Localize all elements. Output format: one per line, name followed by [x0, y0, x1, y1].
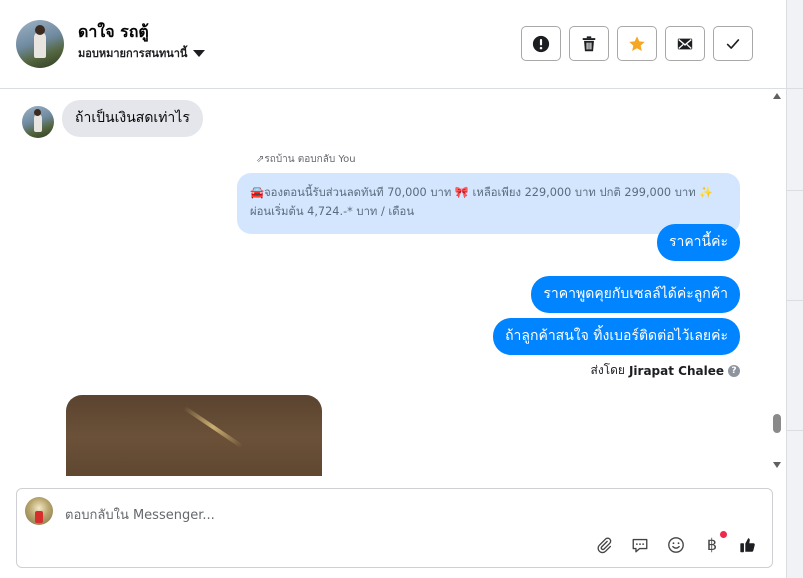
contact-name[interactable]: ดาใจ รถตู้: [78, 20, 149, 45]
alert-circle-icon: [532, 35, 550, 52]
avatar-head: [34, 109, 41, 116]
saved-replies-button[interactable]: [631, 535, 649, 555]
help-icon[interactable]: ?: [728, 364, 740, 377]
star-icon: [629, 35, 645, 51]
avatar-ribbon: [35, 511, 43, 523]
mark-unread-button[interactable]: [665, 26, 705, 61]
attach-button[interactable]: [595, 535, 613, 555]
scrollbar-thumb[interactable]: [773, 414, 781, 433]
scroll-up-arrow-icon[interactable]: [773, 93, 781, 99]
mark-done-button[interactable]: [713, 26, 753, 61]
composer-toolbar: ฿: [595, 531, 757, 555]
messenger-conversation-panel: ดาใจ รถตู้ มอบหมายการสนทนานี้ ถ้าเป็นเงิ…: [0, 0, 803, 578]
avatar-head: [35, 25, 45, 35]
avatar-figure: [34, 32, 46, 58]
spam-alert-button[interactable]: [521, 26, 561, 61]
emoji-icon: [668, 537, 684, 553]
incoming-message[interactable]: ถ้าเป็นเงินสดเท่าไร: [62, 100, 203, 137]
like-icon: [740, 538, 755, 553]
like-button[interactable]: [739, 535, 757, 555]
message-composer: ตอบกลับใน Messenger... ฿: [16, 488, 773, 568]
message-thread: ถ้าเป็นเงินสดเท่าไร ⇗รถบ้าน ตอบกลับ You …: [0, 89, 786, 476]
outgoing-message[interactable]: ถ้าลูกค้าสนใจ ทิ้งเบอร์ติดต่อไว้เลยค่ะ: [493, 318, 740, 355]
sent-by-prefix: ส่งโดย: [590, 363, 625, 377]
sender-avatar[interactable]: [22, 106, 54, 138]
avatar-figure: [34, 114, 42, 132]
baht-icon: ฿: [706, 535, 718, 554]
paperclip-icon: [597, 537, 612, 554]
assign-label: มอบหมายการสนทนานี้: [78, 47, 188, 60]
scroll-down-arrow-icon[interactable]: [773, 462, 781, 468]
divider: [787, 190, 803, 191]
divider: [787, 88, 803, 89]
saved-replies-icon: [632, 538, 648, 553]
sent-by-name: Jirapat Chalee: [628, 363, 724, 378]
assign-conversation-dropdown[interactable]: มอบหมายการสนทนานี้: [78, 44, 206, 62]
photo-detail: [182, 405, 244, 449]
notification-dot: [720, 531, 727, 538]
outgoing-message[interactable]: ราคานี้ค่ะ: [656, 224, 740, 261]
contact-avatar[interactable]: [16, 20, 64, 68]
outgoing-message[interactable]: ราคาพูดคุยกับเซลล์ได้ค่ะลูกค้า: [531, 276, 740, 313]
divider: [787, 430, 803, 431]
envelope-icon: [677, 38, 693, 49]
sent-by-label: ส่งโดย Jirapat Chalee ?: [590, 361, 740, 380]
checkmark-icon: [726, 38, 740, 49]
delete-button[interactable]: [569, 26, 609, 61]
image-attachment[interactable]: [66, 395, 322, 476]
side-strip: [786, 0, 803, 578]
caret-down-icon: [193, 49, 206, 57]
reply-context: ⇗รถบ้าน ตอบกลับ You: [256, 152, 356, 167]
quoted-message[interactable]: 🚘จองตอนนี้รับส่วนลดทันที 70,000 บาท 🎀 เห…: [237, 173, 740, 234]
divider: [787, 300, 803, 301]
payment-button[interactable]: ฿: [703, 531, 727, 555]
thread-scrollbar[interactable]: [770, 89, 784, 476]
conversation-header: ดาใจ รถตู้ มอบหมายการสนทนานี้: [0, 0, 786, 89]
star-button[interactable]: [617, 26, 657, 61]
emoji-button[interactable]: [667, 535, 685, 555]
trash-icon: [582, 35, 596, 51]
reply-input[interactable]: ตอบกลับใน Messenger...: [65, 504, 215, 525]
page-avatar: [25, 497, 53, 525]
reply-meta-text: รถบ้าน ตอบกลับ You: [264, 154, 356, 165]
